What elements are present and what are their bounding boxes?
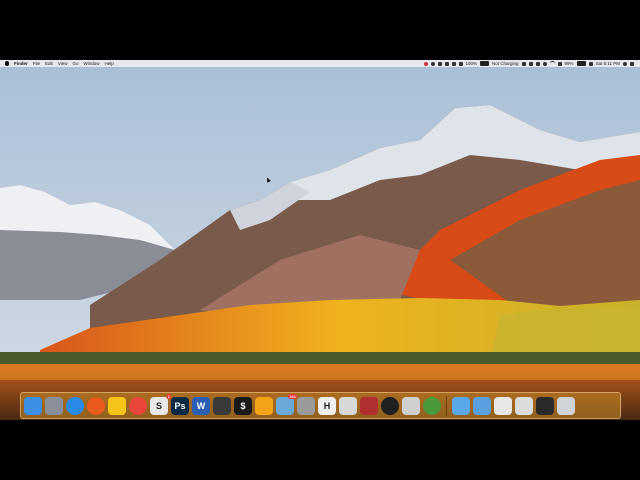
preview-icon[interactable] bbox=[339, 396, 357, 415]
tray-app-7-icon[interactable] bbox=[528, 61, 533, 66]
vlc-icon[interactable] bbox=[255, 396, 273, 415]
window-thumb-3-icon[interactable] bbox=[536, 396, 554, 415]
battery-status: Not Charging bbox=[492, 61, 519, 66]
s-app-glyph: S bbox=[155, 400, 162, 411]
chrome-icon[interactable] bbox=[129, 396, 147, 415]
terminal-icon[interactable]: $ bbox=[234, 396, 252, 415]
firefox-icon[interactable] bbox=[87, 396, 105, 415]
battery-2-icon[interactable] bbox=[576, 61, 586, 66]
menu-edit[interactable]: Edit bbox=[45, 61, 53, 66]
desktop: Finder File Edit View Go Window Help 100… bbox=[0, 60, 640, 420]
menu-view[interactable]: View bbox=[58, 61, 68, 66]
s-app-icon[interactable]: S1 bbox=[150, 393, 171, 415]
notification-badge: 161 bbox=[288, 393, 297, 399]
dock: S 1 Ps W $161 H bbox=[20, 392, 621, 419]
chess-app-icon[interactable] bbox=[360, 396, 378, 415]
photoshop-icon[interactable]: Ps bbox=[171, 396, 189, 415]
photos-app-icon[interactable]: 161 bbox=[276, 393, 297, 415]
volume-icon[interactable] bbox=[557, 61, 562, 66]
h-app-icon[interactable]: H bbox=[318, 396, 336, 415]
safari-icon[interactable] bbox=[66, 396, 84, 415]
trash-icon[interactable] bbox=[557, 396, 575, 415]
launchpad-icon[interactable] bbox=[45, 396, 63, 415]
finder-icon[interactable] bbox=[24, 396, 42, 415]
pencil-app-icon[interactable] bbox=[213, 396, 231, 415]
menu-finder[interactable]: Finder bbox=[14, 61, 28, 66]
menu-help[interactable]: Help bbox=[105, 61, 114, 66]
h-app-glyph: H bbox=[323, 400, 331, 411]
wallpaper-mountains bbox=[0, 60, 640, 420]
window-thumb-2-icon[interactable] bbox=[515, 396, 533, 415]
tray-app-icon[interactable] bbox=[430, 61, 435, 66]
wifi-percent: 99% bbox=[564, 61, 574, 66]
record-icon[interactable] bbox=[423, 61, 428, 66]
clock[interactable]: Sat 6:11 PM bbox=[596, 61, 620, 66]
tray-app-4-icon[interactable] bbox=[451, 61, 456, 66]
lightbulb-icon[interactable] bbox=[108, 396, 126, 415]
wifi-icon[interactable] bbox=[549, 61, 555, 66]
notification-center-icon[interactable] bbox=[630, 61, 634, 66]
photoshop-glyph: Ps bbox=[174, 400, 186, 411]
dock-separator bbox=[446, 395, 447, 416]
tray-app-5-icon[interactable] bbox=[458, 61, 463, 66]
word-glyph: W bbox=[196, 400, 206, 411]
word-icon[interactable]: W bbox=[192, 396, 210, 415]
menu-go[interactable]: Go bbox=[72, 61, 78, 66]
window-thumb-1-icon[interactable] bbox=[494, 396, 512, 415]
tray-app-3-icon[interactable] bbox=[444, 61, 449, 66]
tray-app-8-icon[interactable] bbox=[535, 61, 540, 66]
apple-menu-icon[interactable] bbox=[5, 61, 9, 66]
battery-icon[interactable] bbox=[480, 61, 490, 66]
flag-icon[interactable] bbox=[588, 61, 593, 66]
notification-badge: 1 bbox=[166, 393, 171, 399]
tray-app-2-icon[interactable] bbox=[437, 61, 442, 66]
chrome-2-icon[interactable] bbox=[423, 396, 441, 415]
system-preferences-icon[interactable] bbox=[297, 396, 315, 415]
obs-icon[interactable] bbox=[381, 396, 399, 415]
menu-bar: Finder File Edit View Go Window Help 100… bbox=[0, 60, 640, 67]
documents-folder-icon[interactable] bbox=[473, 396, 491, 415]
image-app-icon[interactable] bbox=[402, 396, 420, 415]
menu-window[interactable]: Window bbox=[84, 61, 100, 66]
terminal-glyph: $ bbox=[240, 400, 246, 411]
spotlight-icon[interactable] bbox=[623, 61, 627, 66]
bluetooth-icon[interactable] bbox=[542, 61, 547, 66]
menu-file[interactable]: File bbox=[33, 61, 40, 66]
downloads-folder-icon[interactable] bbox=[452, 396, 470, 415]
tray-app-6-icon[interactable] bbox=[521, 61, 526, 66]
battery-percent: 100% bbox=[465, 61, 478, 66]
